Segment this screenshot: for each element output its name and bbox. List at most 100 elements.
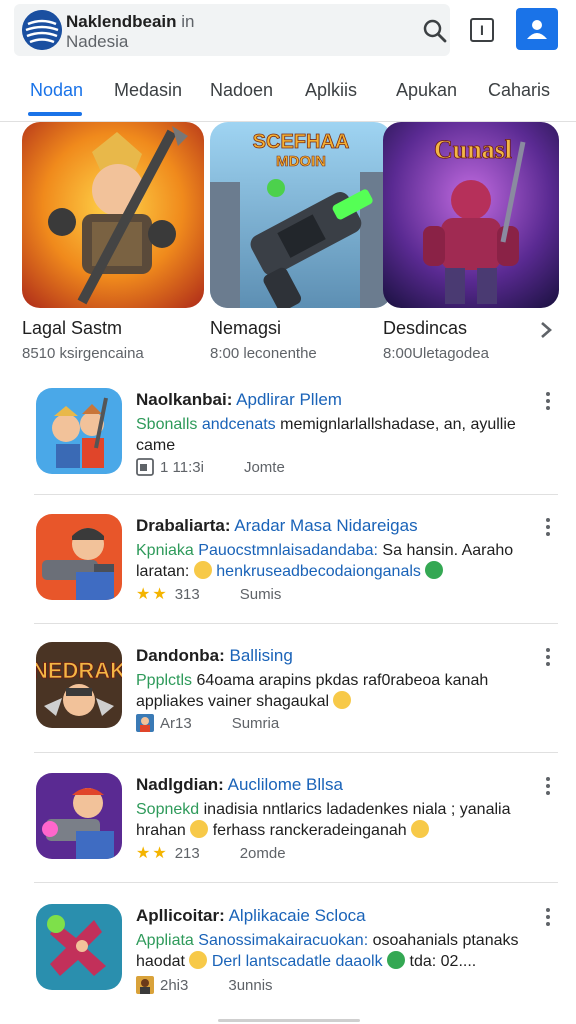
check-emoji-icon	[387, 951, 406, 969]
divider	[34, 752, 558, 753]
app-description: Ppplctls 64oama arapins pkdas raf0rabeoa…	[136, 670, 536, 712]
meta-label: 3unnis	[228, 976, 273, 994]
star-icon: ★	[136, 586, 151, 603]
featured-carousel: Lagal Sastm 8510 ksirgencaina SCEFHAA MD…	[0, 122, 576, 372]
app-meta: Ar13 Sumria	[136, 714, 279, 732]
list-item[interactable]: NEDRAK Dandonba: Ballising Ppplctls 64oa…	[0, 636, 576, 764]
app-title: Nadlgdian: Auclilome Bllsa	[136, 775, 343, 795]
desc-green: Ppplctls	[136, 672, 193, 689]
app-header: Naklendbeain in Nadesia I	[0, 0, 576, 64]
brand-subtitle: Nadesia	[66, 32, 129, 51]
svg-text:NEDRAK: NEDRAK	[36, 658, 122, 683]
divider	[34, 623, 558, 624]
emoji-icon	[411, 820, 430, 838]
brand-title-suffix: in	[181, 12, 195, 31]
game-thumb-icon	[136, 714, 154, 732]
meta-label: 2omde	[239, 844, 286, 862]
image-icon	[136, 458, 154, 476]
featured-card-image	[22, 122, 204, 308]
list-item[interactable]: Apllicoitar: Alplikacaie Scloca Appliata…	[0, 896, 576, 1024]
list-item[interactable]: Naolkanbai: Apdlirar Pllem Sbonalls andc…	[0, 380, 576, 508]
app-description: Sopnekd inadisia nntlarics ladadenkes ni…	[136, 799, 536, 841]
search-bar[interactable]: Naklendbeain in Nadesia	[14, 4, 450, 56]
brand-title-text: Naklendbeain	[66, 12, 177, 31]
desc-green: Appliata	[136, 932, 194, 949]
featured-card[interactable]: SCEFHAA MDOIN Nemagsi 8:00 leconenthe	[210, 122, 392, 362]
account-icon	[527, 20, 547, 39]
account-button[interactable]	[516, 8, 558, 50]
list-item[interactable]: Drabaliarta: Aradar Masa Nidareigas Kpni…	[0, 506, 576, 634]
meta-value: Ar13	[160, 714, 192, 732]
emoji-icon	[333, 691, 352, 709]
tab-caharis[interactable]: Caharis	[488, 80, 550, 101]
tab-aplkiis[interactable]: Aplkiis	[305, 80, 357, 101]
more-vert-icon[interactable]	[542, 648, 554, 670]
app-icon	[36, 773, 122, 859]
featured-card[interactable]: Lagal Sastm 8510 ksirgencaina	[22, 122, 204, 362]
meta-value: 313	[174, 585, 200, 603]
more-vert-icon[interactable]	[542, 518, 554, 540]
meta-label: Sumria	[231, 714, 280, 732]
gesture-bar	[218, 1019, 360, 1022]
tab-nodan[interactable]: Nodan	[30, 80, 83, 101]
app-name: Nadlgdian:	[136, 775, 224, 794]
app-title: Drabaliarta: Aradar Masa Nidareigas	[136, 516, 418, 536]
desc-tail: Derl lantscadatle daaolk	[211, 953, 383, 970]
desc-tail: henkruseadbecodaionganals	[216, 563, 421, 580]
app-meta: 1 11:3i Jomte	[136, 458, 285, 476]
tab-medasin[interactable]: Medasin	[114, 80, 182, 101]
desc-blue: Pauocstmnlaisadandaba:	[198, 542, 378, 559]
emoji-icon	[189, 951, 208, 969]
featured-card-subtitle: 8510 ksirgencaina	[22, 345, 144, 362]
star-icon: ★	[152, 845, 167, 862]
desc-green: Sopnekd	[136, 801, 200, 818]
tab-apukan[interactable]: Apukan	[396, 80, 457, 101]
desc-end: tda: 02....	[409, 953, 477, 970]
app-title: Naolkanbai: Apdlirar Pllem	[136, 390, 342, 410]
more-vert-icon[interactable]	[542, 777, 554, 799]
desc-green: Sbonalls	[136, 416, 198, 433]
meta-label: Sumis	[239, 585, 282, 603]
tab-nadoen[interactable]: Nadoen	[210, 80, 273, 101]
star-icon: ★	[152, 586, 167, 603]
featured-card-art-text: MDOIN	[276, 153, 326, 170]
meta-value: 1 11:3i	[160, 458, 204, 476]
emoji-icon	[190, 820, 209, 838]
desc-blue: Sanossimakairacuokan:	[198, 932, 369, 949]
app-icon	[36, 388, 122, 474]
app-name: Drabaliarta:	[136, 516, 231, 535]
more-vert-icon[interactable]	[542, 392, 554, 414]
featured-card-art-text: Cunasl	[434, 135, 512, 164]
meta-value: 2hi3	[160, 976, 189, 994]
app-name: Naolkanbai:	[136, 390, 233, 409]
app-link[interactable]: Auclilome Bllsa	[228, 775, 343, 794]
app-description: Sbonalls andcenats memignlarlallshadase,…	[136, 414, 536, 456]
category-tabs: Nodan Medasin Nadoen Aplkiis Apukan Caha…	[0, 72, 576, 122]
app-icon: NEDRAK	[36, 642, 122, 728]
desc-green: Kpniaka	[136, 542, 194, 559]
app-icon	[36, 514, 122, 600]
app-link[interactable]: Ballising	[230, 646, 293, 665]
more-vert-icon[interactable]	[542, 908, 554, 930]
active-tab-indicator	[28, 112, 82, 116]
brand-title: Naklendbeain in	[66, 12, 195, 32]
app-link[interactable]: Aradar Masa Nidareigas	[234, 516, 417, 535]
brand-logo-icon	[22, 10, 62, 50]
chevron-right-icon[interactable]	[536, 320, 556, 340]
search-icon[interactable]	[422, 18, 448, 44]
app-title: Dandonba: Ballising	[136, 646, 293, 666]
app-description: Kpniaka Pauocstmnlaisadandaba: Sa hansin…	[136, 540, 536, 582]
app-description: Appliata Sanossimakairacuokan: osoahania…	[136, 930, 536, 972]
featured-card-image: SCEFHAA MDOIN	[210, 122, 392, 308]
check-emoji-icon	[425, 561, 444, 579]
info-icon[interactable]: I	[470, 18, 494, 42]
featured-card-image: Cunasl	[383, 122, 559, 308]
app-link[interactable]: Alplikacaie Scloca	[229, 906, 366, 925]
app-meta: 2hi3 3unnis	[136, 976, 273, 994]
meta-label: Jomte	[243, 458, 285, 476]
app-name: Dandonba:	[136, 646, 225, 665]
app-icon	[36, 904, 122, 990]
game-thumb-icon	[136, 976, 154, 994]
list-item[interactable]: Nadlgdian: Auclilome Bllsa Sopnekd inadi…	[0, 765, 576, 893]
app-link[interactable]: Apdlirar Pllem	[236, 390, 342, 409]
